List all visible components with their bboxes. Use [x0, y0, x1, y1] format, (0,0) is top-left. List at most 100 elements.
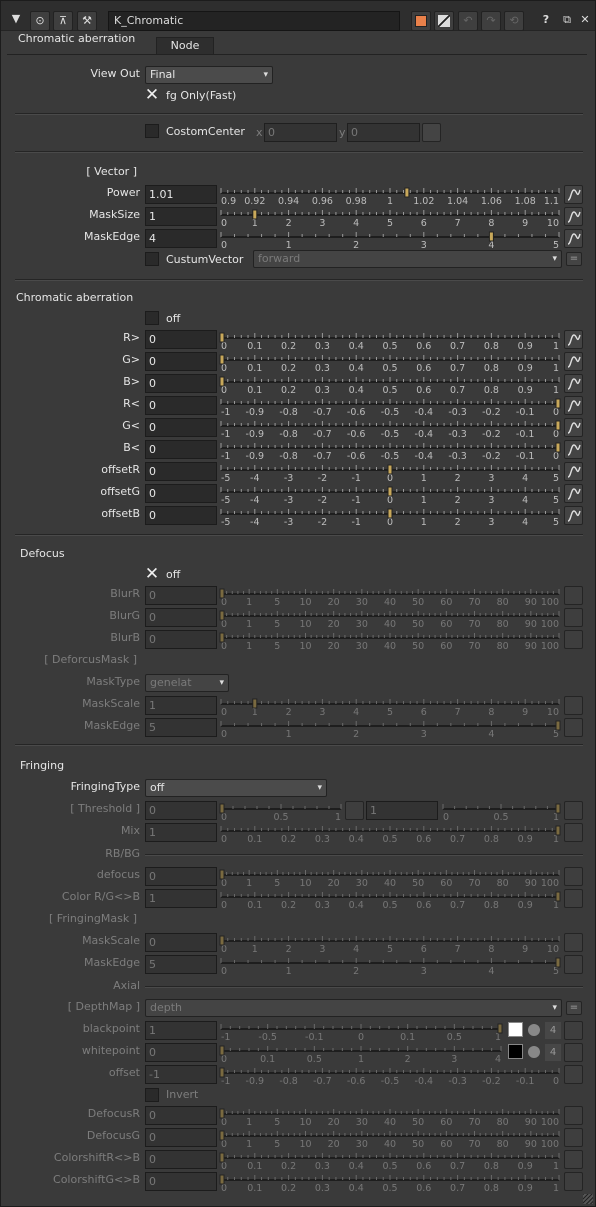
offset-b-curve-button[interactable]	[564, 506, 583, 525]
whitepoint-swatch[interactable]	[508, 1044, 523, 1059]
g-out-curve-button[interactable]	[564, 352, 583, 371]
slider-track[interactable]: -1 -0.5 -0.1 0 0.1 0.5 1	[220, 1021, 503, 1043]
offset-field[interactable]: -1	[145, 1065, 217, 1084]
mix-curve-button[interactable]	[564, 823, 583, 842]
slider-track[interactable]: 0 1 2 3 4 5	[220, 955, 561, 977]
slider-track[interactable]: 0 1 5 10 20 30 40 50 60 70 80 90 100	[219, 630, 560, 652]
slider-track[interactable]: 0 1 2 3 4 5	[220, 229, 560, 251]
r-in-field[interactable]: 0	[145, 396, 217, 415]
offset-g-field[interactable]: 0	[145, 484, 217, 503]
colorshift-g-curve-button[interactable]	[564, 1172, 583, 1191]
colorshift-g-field[interactable]: 0	[145, 1172, 217, 1191]
r-in-curve-button[interactable]	[564, 396, 583, 415]
r-in-slider[interactable]: -1 -0.9 -0.8 -0.7 -0.6 -0.5 -0.4 -0.3 -0.2 -0.1 0	[220, 396, 561, 418]
slider-track[interactable]: -1 -0.9 -0.8 -0.7 -0.6 -0.5 -0.4 -0.3 -0.2 -0.1 0	[220, 440, 561, 462]
slider-track[interactable]: -1 -0.9 -0.8 -0.7 -0.6 -0.5 -0.4 -0.3 -0.2 -0.1 0	[220, 396, 561, 418]
slider-track[interactable]: -1 -0.9 -0.8 -0.7 -0.6 -0.5 -0.4 -0.3 -0.2 -0.1 0	[220, 418, 561, 440]
fg-only-checkbox[interactable]: ✕	[144, 87, 160, 104]
def-mask-scale-field[interactable]: 1	[145, 696, 217, 715]
slider-track[interactable]: 0 0.1 0.2 0.3 0.4 0.5 0.6 0.7 0.8 0.9 1	[219, 1150, 560, 1172]
offset-b-field[interactable]: 0	[145, 506, 217, 525]
colorshift-r-slider[interactable]: 0 0.1 0.2 0.3 0.4 0.5 0.6 0.7 0.8 0.9 1	[219, 1150, 560, 1172]
threshold-b-slider[interactable]: 0 0.5 1	[442, 801, 561, 823]
slider-track[interactable]: -5 -4 -3 -2 -1 0 1 2 3 4 5	[220, 506, 560, 528]
fr-mask-edge-field[interactable]: 5	[145, 955, 217, 974]
fr-mask-scale-field[interactable]: 0	[145, 933, 217, 952]
custum-vector-dropdown[interactable]: forward	[253, 250, 562, 268]
b-out-curve-button[interactable]	[564, 374, 583, 393]
b-in-slider[interactable]: -1 -0.9 -0.8 -0.7 -0.6 -0.5 -0.4 -0.3 -0.2 -0.1 0	[220, 440, 561, 462]
revert-icon[interactable]: ⟲	[504, 11, 524, 31]
whitepoint-curve-button[interactable]	[564, 1043, 583, 1062]
power-curve-button[interactable]	[564, 185, 583, 204]
b-out-slider[interactable]: 0 0.1 0.2 0.3 0.4 0.5 0.6 0.7 0.8 0.9 1	[219, 374, 560, 396]
offset-b-slider[interactable]: -5 -4 -3 -2 -1 0 1 2 3 4 5	[220, 506, 560, 528]
threshold-curve-button[interactable]	[564, 801, 583, 820]
depth-map-link-button[interactable]: =	[566, 1001, 582, 1015]
fr-mask-scale-curve-button[interactable]	[564, 933, 583, 952]
threshold-a-field[interactable]: 0	[145, 801, 217, 820]
custom-center-checkbox[interactable]	[145, 124, 159, 138]
slider-track[interactable]: 0 0.5 1	[442, 801, 561, 823]
g-in-field[interactable]: 0	[145, 418, 217, 437]
blur-b-slider[interactable]: 0 1 5 10 20 30 40 50 60 70 80 90 100	[219, 630, 560, 652]
defocus-off-checkbox[interactable]: ✕	[144, 566, 160, 583]
slider-track[interactable]: 0 1 2 3 4 5	[220, 718, 561, 740]
colorshift-r-field[interactable]: 0	[145, 1150, 217, 1169]
def-mask-edge-field[interactable]: 5	[145, 718, 217, 737]
whitepoint-channel-count[interactable]: 4	[545, 1044, 561, 1061]
g-out-slider[interactable]: 0 0.1 0.2 0.3 0.4 0.5 0.6 0.7 0.8 0.9 1	[219, 352, 560, 374]
slider-track[interactable]: 0 1 2 3 4 5 6 7 8 9 10	[219, 933, 560, 955]
colorshift-g-slider[interactable]: 0 0.1 0.2 0.3 0.4 0.5 0.6 0.7 0.8 0.9 1	[219, 1172, 560, 1194]
offset-r-field[interactable]: 0	[145, 462, 217, 481]
offset-r-slider[interactable]: -5 -4 -3 -2 -1 0 1 2 3 4 5	[220, 462, 560, 484]
offset-g-curve-button[interactable]	[564, 484, 583, 503]
undo-icon[interactable]: ↶	[458, 11, 478, 31]
slider-track[interactable]: 0 0.1 0.2 0.3 0.4 0.5 0.6 0.7 0.8 0.9 1	[219, 330, 560, 352]
blackpoint-field[interactable]: 1	[145, 1021, 217, 1040]
view-out-dropdown[interactable]: Final	[145, 66, 273, 84]
slider-track[interactable]: -1 -0.9 -0.8 -0.7 -0.6 -0.5 -0.4 -0.3 -0.2 -0.1 0	[219, 1065, 560, 1087]
slider-track[interactable]: 0.9 0.92 0.94 0.96 0.98 1 1.02 1.04 1.06 1.08 1.1	[220, 185, 560, 207]
float-panel-icon[interactable]: ⧉	[557, 11, 577, 31]
node-name-field[interactable]: K_Chromatic	[108, 11, 400, 31]
g-in-slider[interactable]: -1 -0.9 -0.8 -0.7 -0.6 -0.5 -0.4 -0.3 -0.2 -0.1 0	[220, 418, 561, 440]
blur-r-curve-button[interactable]	[564, 586, 583, 605]
b-out-field[interactable]: 0	[145, 374, 217, 393]
mask-size-curve-button[interactable]	[564, 207, 583, 226]
redo-icon[interactable]: ↷	[481, 11, 501, 31]
custom-center-y-field[interactable]: 0	[347, 123, 420, 142]
blur-b-curve-button[interactable]	[564, 630, 583, 649]
custom-center-x-field[interactable]: 0	[264, 123, 337, 142]
color-rg-b-curve-button[interactable]	[564, 889, 583, 908]
clear-color-button[interactable]	[434, 11, 454, 31]
mix-slider[interactable]: 0 0.1 0.2 0.3 0.4 0.5 0.6 0.7 0.8 0.9 1	[220, 823, 561, 845]
depth-map-dropdown[interactable]: depth	[145, 999, 562, 1017]
offset-curve-button[interactable]	[564, 1065, 583, 1084]
custom-center-picker-button[interactable]	[422, 123, 441, 142]
invert-checkbox[interactable]	[145, 1088, 159, 1102]
node-graph-icon[interactable]: ⊼	[53, 11, 73, 31]
slider-track[interactable]: 0 1 2 3 4 5 6 7 8 9 10	[220, 696, 560, 718]
fr-mask-edge-curve-button[interactable]	[564, 955, 583, 974]
r-out-slider[interactable]: 0 0.1 0.2 0.3 0.4 0.5 0.6 0.7 0.8 0.9 1	[219, 330, 560, 352]
slider-track[interactable]: 0 1 5 10 20 30 40 50 60 70 80 90 100	[219, 1106, 560, 1128]
collapse-arrow-icon[interactable]: ▼	[6, 10, 26, 30]
blackpoint-swatch[interactable]	[508, 1022, 523, 1037]
fr-defocus-slider[interactable]: 0 1 5 10 20 30 40 50 60 70 80 90 100	[219, 867, 560, 889]
def-mask-edge-curve-button[interactable]	[564, 718, 583, 737]
defocus-g-field[interactable]: 0	[145, 1128, 217, 1147]
color-rg-b-slider[interactable]: 0 0.1 0.2 0.3 0.4 0.5 0.6 0.7 0.8 0.9 1	[220, 889, 561, 911]
blur-g-curve-button[interactable]	[564, 608, 583, 627]
node-color-button[interactable]	[411, 11, 431, 31]
fr-defocus-curve-button[interactable]	[564, 867, 583, 886]
def-mask-scale-curve-button[interactable]	[564, 696, 583, 715]
slider-track[interactable]: -5 -4 -3 -2 -1 0 1 2 3 4 5	[220, 462, 560, 484]
slider-track[interactable]: 0 1 5 10 20 30 40 50 60 70 80 90 100	[219, 867, 560, 889]
chromatic-off-checkbox[interactable]	[145, 311, 159, 325]
slider-track[interactable]: 0 0.1 0.2 0.3 0.4 0.5 0.6 0.7 0.8 0.9 1	[220, 889, 561, 911]
custum-vector-link-button[interactable]: =	[566, 252, 582, 266]
slider-track[interactable]: -5 -4 -3 -2 -1 0 1 2 3 4 5	[220, 484, 560, 506]
mask-size-field[interactable]: 1	[145, 207, 217, 226]
blackpoint-color-wheel-icon[interactable]	[528, 1024, 540, 1036]
